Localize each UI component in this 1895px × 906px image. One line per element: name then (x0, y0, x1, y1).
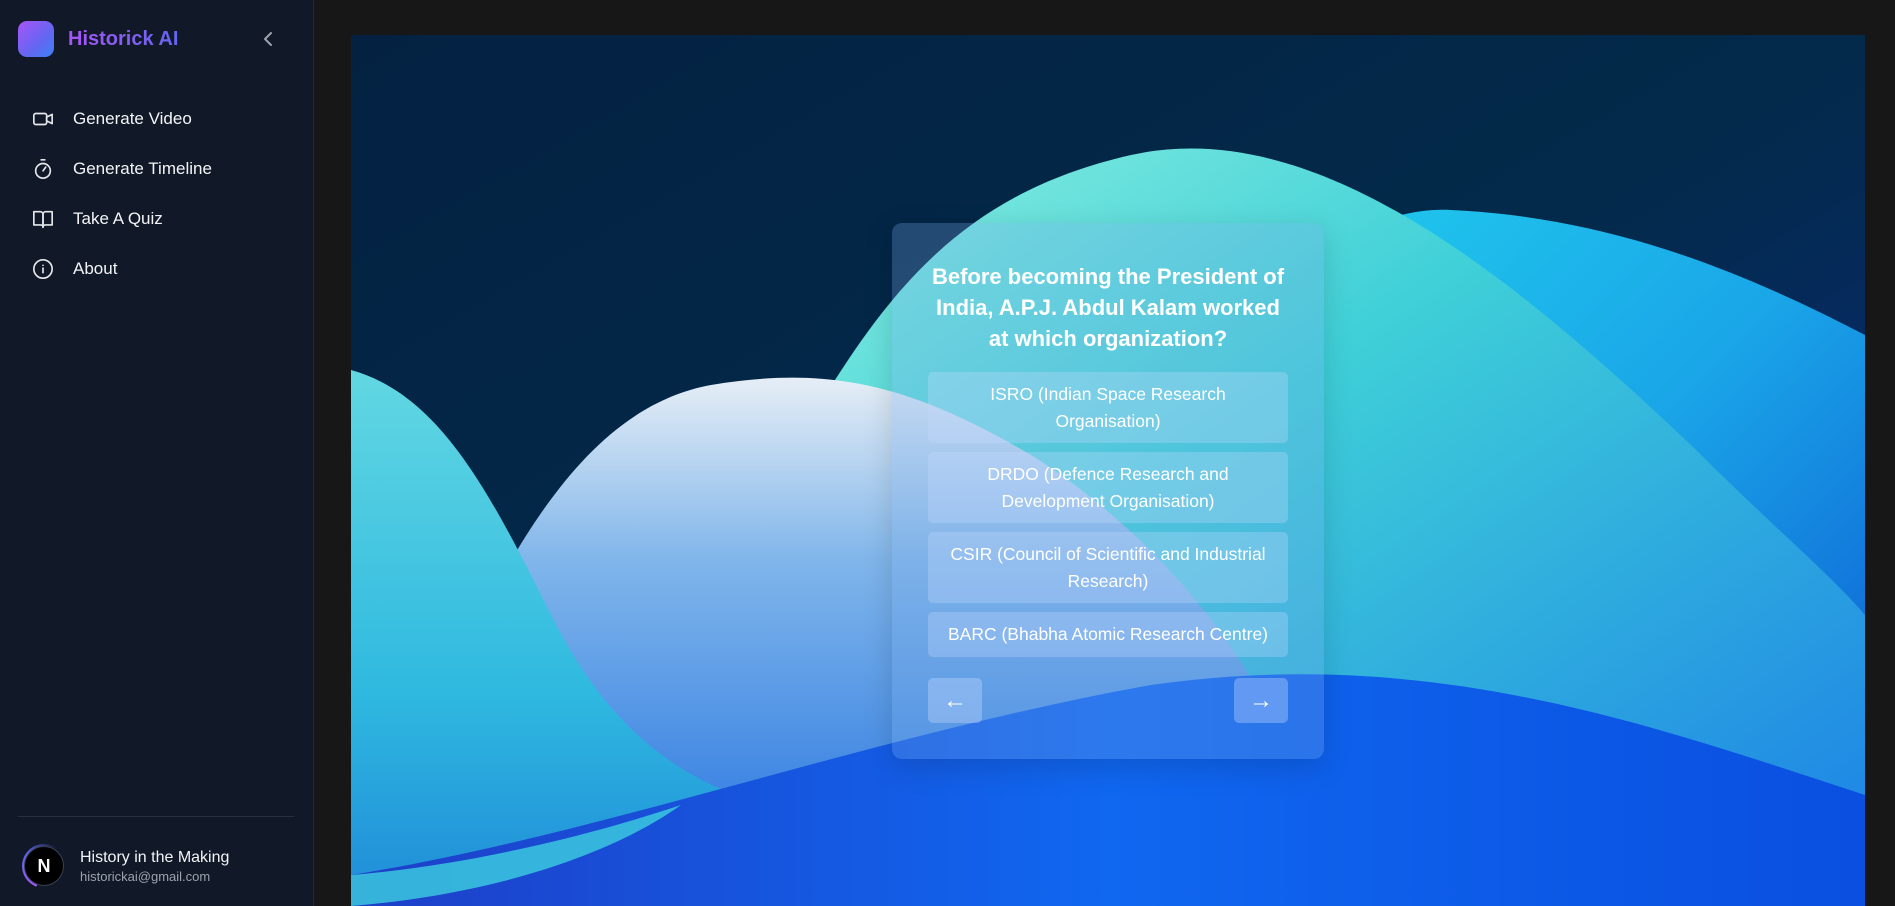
answer-option-label: BARC (Bhabha Atomic Research Centre) (948, 624, 1268, 644)
video-camera-icon (31, 107, 55, 131)
sidebar-divider (18, 816, 294, 817)
avatar-initial: N (24, 846, 64, 886)
sidebar-item-label: Generate Timeline (73, 159, 212, 178)
quiz-stage: Before becoming the President of India, … (351, 35, 1865, 906)
brand[interactable]: Historick AI (18, 21, 178, 57)
answer-option-label: ISRO (Indian Space Research Organisation… (990, 383, 1226, 431)
answer-option[interactable]: DRDO (Defence Research and Development O… (928, 452, 1288, 523)
sidebar-nav: Generate Video Generate Timeline Take A … (18, 97, 296, 297)
sidebar-item-about[interactable]: About (18, 247, 296, 291)
user-email: historickai@gmail.com (80, 868, 211, 884)
quiz-navigation: ← → (928, 678, 1288, 723)
answer-option-label: CSIR (Council of Scientific and Industri… (950, 543, 1266, 591)
avatar[interactable]: N (22, 844, 66, 888)
answer-option[interactable]: BARC (Bhabha Atomic Research Centre) (928, 612, 1288, 657)
previous-question-button[interactable]: ← (928, 678, 982, 723)
answer-option[interactable]: ISRO (Indian Space Research Organisation… (928, 372, 1288, 443)
collapse-sidebar-button[interactable] (258, 28, 278, 50)
sidebar-item-take-a-quiz[interactable]: Take A Quiz (18, 197, 296, 241)
app-name: Historick AI (68, 27, 179, 50)
next-question-button[interactable]: → (1234, 678, 1288, 723)
user-info: History in the Making historickai@gmail.… (80, 848, 229, 885)
chevron-left-icon (264, 32, 272, 46)
sidebar-item-label: About (73, 259, 118, 278)
answer-option[interactable]: CSIR (Council of Scientific and Industri… (928, 532, 1288, 603)
stopwatch-icon (31, 157, 55, 181)
sidebar-item-label: Take A Quiz (73, 209, 163, 228)
arrow-left-icon: ← (943, 686, 967, 714)
answer-option-label: DRDO (Defence Research and Development O… (987, 463, 1229, 511)
open-book-icon (31, 207, 55, 231)
sidebar-item-label: Generate Video (73, 109, 192, 128)
sidebar: Historick AI Generate Video Generate Tim… (0, 0, 314, 906)
sidebar-item-generate-video[interactable]: Generate Video (18, 97, 296, 141)
arrow-right-icon: → (1249, 686, 1273, 714)
sidebar-item-generate-timeline[interactable]: Generate Timeline (18, 147, 296, 191)
user-name: History in the Making (80, 848, 230, 866)
user-profile[interactable]: N History in the Making historickai@gmai… (22, 844, 229, 888)
quiz-question: Before becoming the President of India, … (931, 264, 1285, 351)
info-icon (31, 257, 55, 281)
app-logo (18, 21, 54, 57)
quiz-card: Before becoming the President of India, … (892, 223, 1324, 759)
